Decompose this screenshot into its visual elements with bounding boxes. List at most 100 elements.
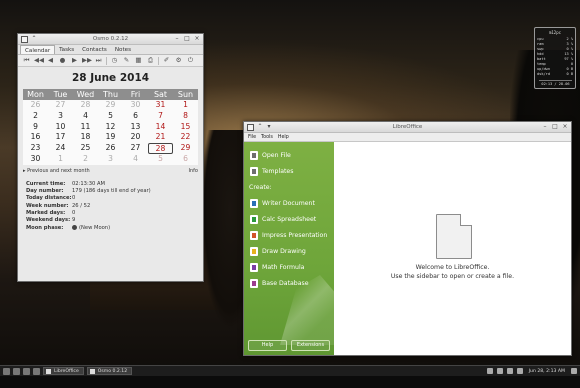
day-notes-icon[interactable]: ✎ [122,56,131,65]
calendar-day[interactable]: 12 [98,122,123,133]
calendar-day[interactable]: 27 [123,143,148,154]
menu-tools[interactable]: Tools [261,135,273,140]
osmo-titlebar[interactable]: ⌃ Osmo 0.2.12 – □ × [18,34,203,45]
next-month-icon[interactable]: ▶▶ [82,56,92,65]
minimize-button[interactable]: – [542,124,548,130]
writer-document-button[interactable]: Writer Document [244,195,334,211]
window-menu-icon[interactable] [247,123,254,131]
calendar-day[interactable]: 16 [23,132,48,143]
menu-chevron-icon[interactable]: ▾ [266,123,272,131]
desktop-icon[interactable] [33,367,40,375]
calc-icon [250,214,258,224]
calendar-day[interactable]: 21 [148,132,173,143]
quit-icon[interactable]: ⏻ [186,56,195,65]
calendar-day[interactable]: 5 [98,111,123,122]
calendar-day[interactable]: 5 [148,154,173,165]
prev-next-month-expander[interactable]: ▸ Previous and next month [23,168,90,174]
help-button[interactable]: Help [248,340,287,351]
calendar-day[interactable]: 10 [48,122,73,133]
network-icon[interactable] [496,368,503,374]
minimize-button[interactable]: – [174,36,180,42]
draw-drawing-button[interactable]: Draw Drawing [244,243,334,259]
volume-icon[interactable] [486,368,493,374]
info-expander[interactable]: Info [189,168,198,174]
calendar-day[interactable]: 25 [73,143,98,154]
today-icon[interactable]: ● [58,56,67,65]
open-file-button[interactable]: Open File [244,147,334,163]
taskbar-clock[interactable]: Jun 28, 2:13 AM [527,369,567,374]
previous-year-icon[interactable]: ⏮ [22,56,31,65]
calendar-day[interactable]: 26 [23,100,48,111]
tab-notes[interactable]: Notes [111,45,135,54]
calendar-day[interactable]: 29 [173,143,198,154]
calendar-day[interactable]: 30 [123,100,148,111]
calendar-day[interactable]: 1 [48,154,73,165]
calendar-day[interactable]: 11 [73,122,98,133]
calendar-day[interactable]: 2 [23,111,48,122]
calc-spreadsheet-button[interactable]: Calc Spreadsheet [244,211,334,227]
tab-calendar[interactable]: Calendar [20,45,56,54]
templates-button[interactable]: Templates [244,163,334,179]
math-formula-button[interactable]: Math Formula [244,259,334,275]
calendar-day[interactable]: 9 [23,122,48,133]
previous-month-icon[interactable]: ◀◀ [34,56,44,65]
start-menu-icon[interactable] [3,367,10,375]
impress-presentation-button[interactable]: Impress Presentation [244,227,334,243]
calendar-day[interactable]: 3 [98,154,123,165]
calculator-icon[interactable]: ▦ [134,56,143,65]
close-button[interactable]: × [194,36,200,42]
calendar-day[interactable]: 22 [173,132,198,143]
calendar-day[interactable]: 18 [73,132,98,143]
task-libreoffice[interactable]: LibreOffice [43,367,84,375]
file-manager-icon[interactable] [13,367,20,375]
jump-to-date-icon[interactable]: ◷ [110,56,119,65]
maximize-button[interactable]: □ [184,36,190,42]
terminal-icon[interactable] [23,367,30,375]
calendar-day[interactable]: 2 [73,154,98,165]
calendar-day[interactable]: 27 [48,100,73,111]
updates-icon[interactable] [516,368,523,374]
next-day-icon[interactable]: ▶ [70,56,79,65]
window-menu-icon[interactable] [21,35,28,43]
preferences-icon[interactable]: ⚙ [174,56,183,65]
extensions-button[interactable]: Extensions [291,340,330,351]
calendar-day[interactable]: 31 [148,100,173,111]
calendar-day[interactable]: 15 [173,122,198,133]
calendar-day[interactable]: 3 [48,111,73,122]
print-icon[interactable]: ⎙ [146,56,155,65]
calendar-day[interactable]: 30 [23,154,48,165]
show-desktop-icon[interactable] [571,368,577,374]
calendar-day[interactable]: 6 [173,154,198,165]
task-osmo[interactable]: Osmo 0.2.12 [86,367,133,375]
menu-file[interactable]: File [248,135,256,140]
calendar-day[interactable]: 14 [148,122,173,133]
calendar-day[interactable]: 24 [48,143,73,154]
tab-contacts[interactable]: Contacts [78,45,111,54]
calendar-day[interactable]: 19 [98,132,123,143]
calendar-day[interactable]: 17 [48,132,73,143]
calendar-day[interactable]: 23 [23,143,48,154]
calendar-day[interactable]: 4 [123,154,148,165]
edit-icon[interactable]: ✐ [162,56,171,65]
tab-tasks[interactable]: Tasks [55,45,78,54]
calendar-day[interactable]: 8 [173,111,198,122]
calendar-day[interactable]: 13 [123,122,148,133]
calendar-day[interactable]: 1 [173,100,198,111]
pin-icon[interactable]: ⌃ [257,123,263,131]
calendar-day[interactable]: 4 [73,111,98,122]
next-year-icon[interactable]: ⏭ [94,56,103,65]
battery-icon[interactable] [506,368,513,374]
calendar-day[interactable]: 20 [123,132,148,143]
maximize-button[interactable]: □ [552,124,558,130]
libreoffice-titlebar[interactable]: ⌃ ▾ LibreOffice – □ × [244,122,571,133]
previous-day-icon[interactable]: ◀ [46,56,55,65]
calendar-day[interactable]: 6 [123,111,148,122]
calendar-day-selected[interactable]: 28 [148,143,173,154]
calendar-day[interactable]: 29 [98,100,123,111]
close-button[interactable]: × [562,124,568,130]
menu-help[interactable]: Help [278,135,289,140]
calendar-day[interactable]: 7 [148,111,173,122]
pin-icon[interactable]: ⌃ [31,35,37,43]
calendar-day[interactable]: 26 [98,143,123,154]
calendar-day[interactable]: 28 [73,100,98,111]
